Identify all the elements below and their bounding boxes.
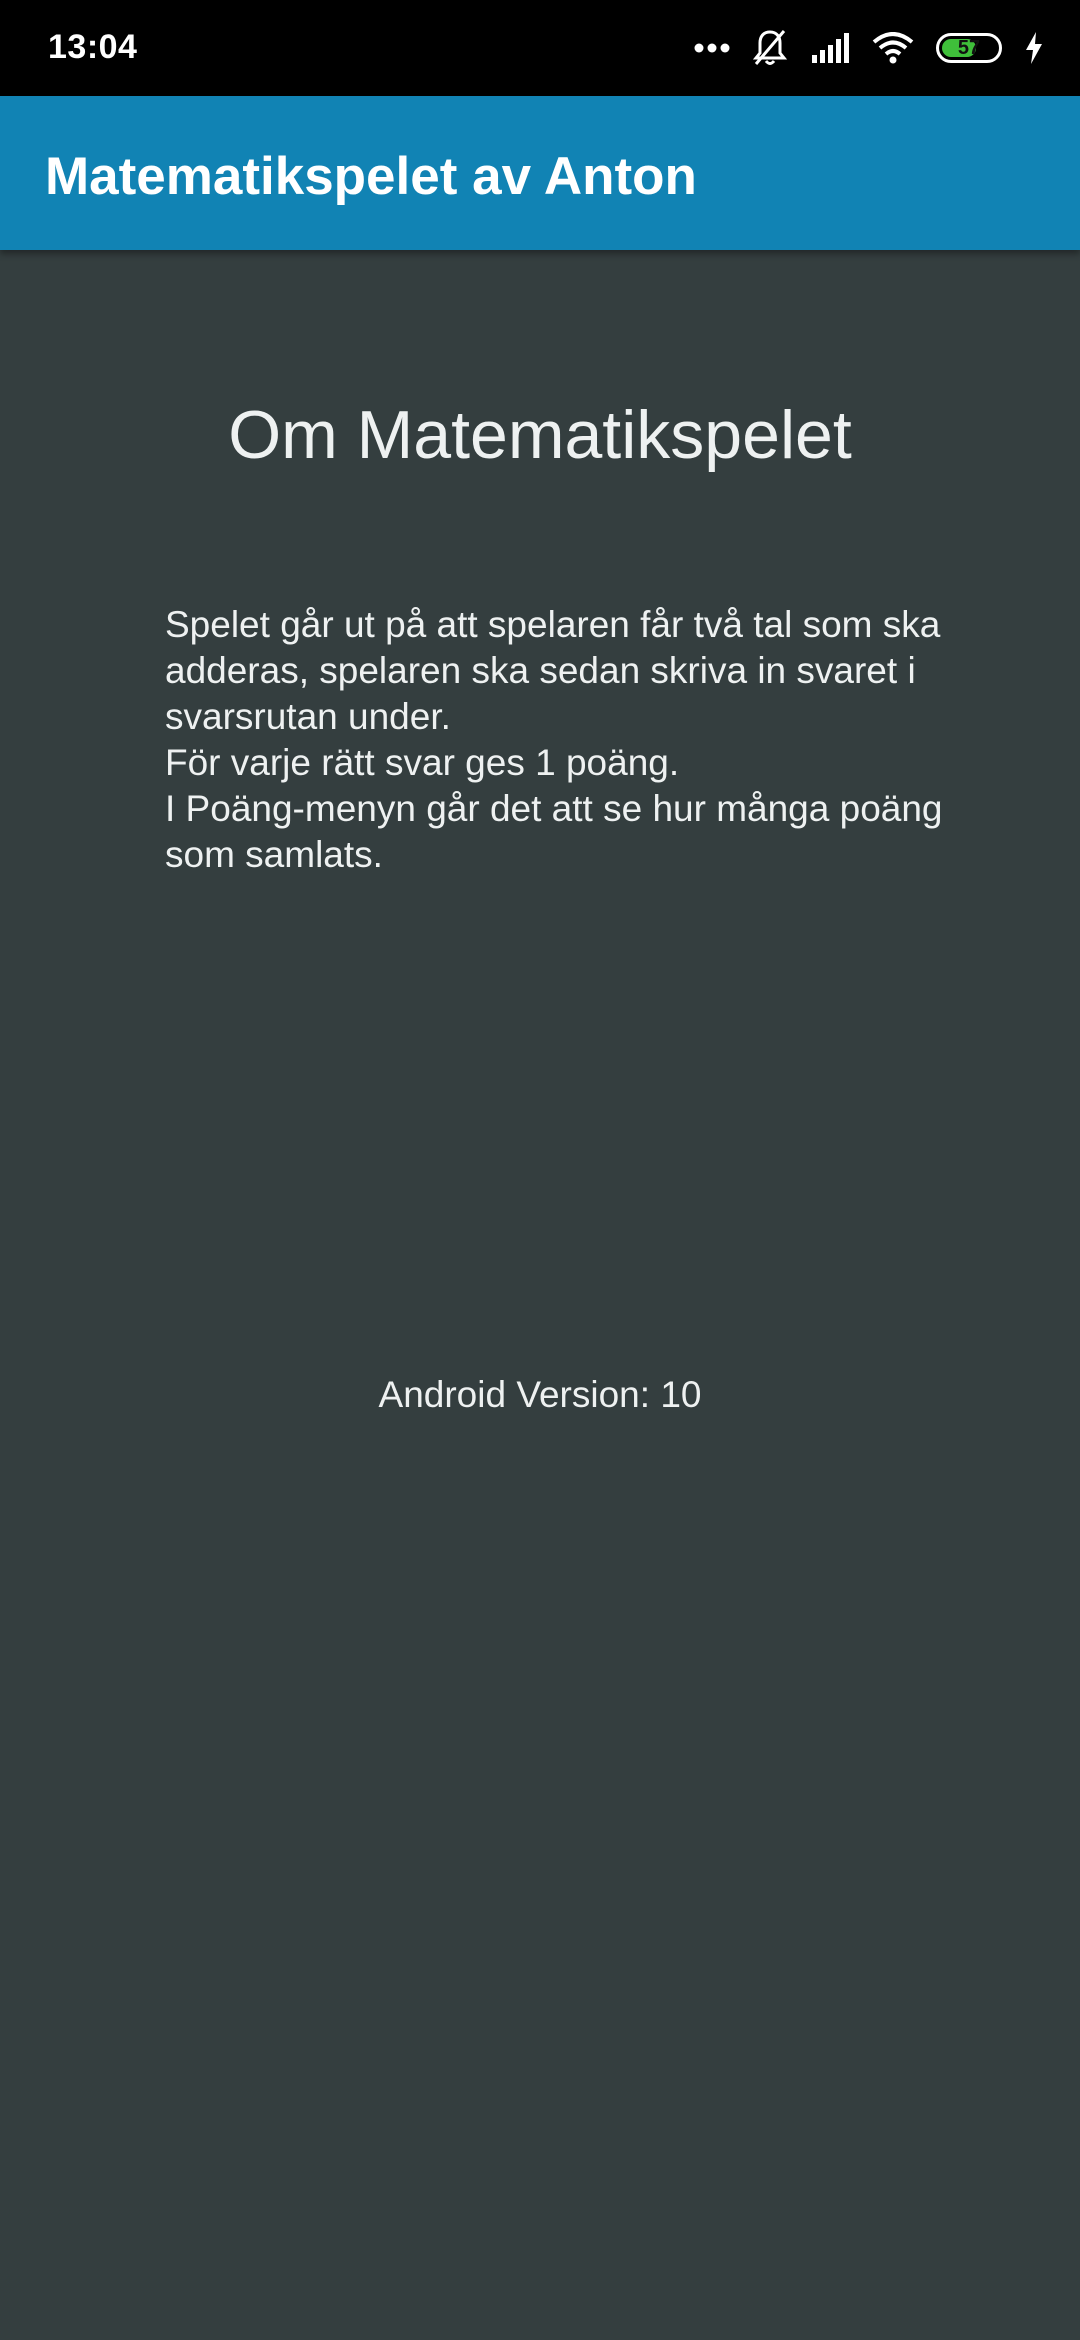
android-version-label: Android Version: 10 [378, 1374, 702, 1415]
game-description: Spelet går ut på att spelaren får två ta… [165, 602, 945, 878]
status-bar: 13:04 57 [0, 0, 1080, 96]
app-title: Matematikspelet av Anton [45, 147, 697, 206]
status-time: 13:04 [48, 28, 138, 66]
status-icons: 57 [694, 24, 1044, 72]
battery-icon: 57 [936, 33, 1002, 63]
app-bar: Matematikspelet av Anton [0, 96, 1080, 250]
about-screen: Om Matematikspelet Spelet går ut på att … [0, 250, 1080, 2340]
description-line: Spelet går ut på att spelaren får två ta… [165, 604, 941, 737]
description-line: För varje rätt svar ges 1 poäng. [165, 742, 680, 783]
description-line: I Poäng-menyn går det att se hur många p… [165, 788, 943, 875]
signal-icon [810, 33, 850, 63]
charging-icon [1024, 32, 1044, 64]
battery-level: 57 [957, 37, 981, 59]
page-heading: Om Matematikspelet [228, 397, 852, 473]
more-dots-icon [694, 42, 730, 54]
notifications-off-icon [752, 28, 788, 68]
wifi-icon [872, 32, 914, 64]
